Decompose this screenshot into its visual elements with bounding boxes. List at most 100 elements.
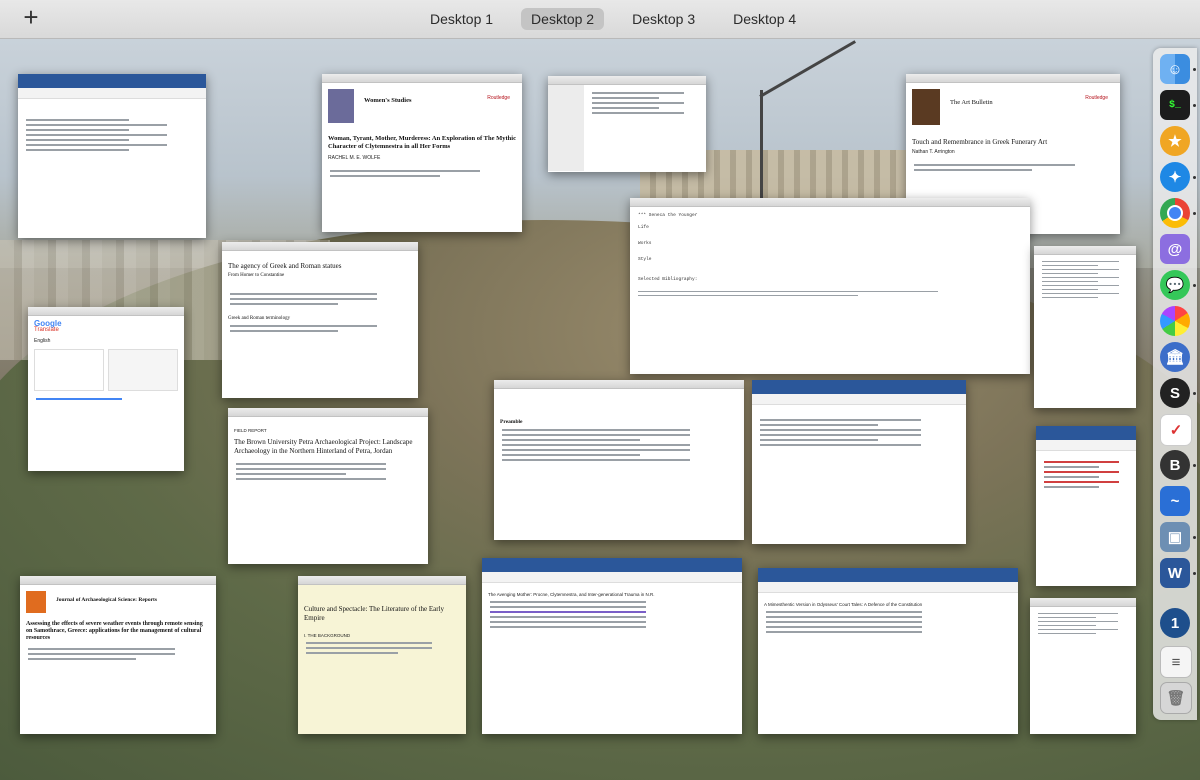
window-word-avenging-mother[interactable]: The Avenging Mother: Procne, Clytemnestr… [482,558,742,734]
running-indicator [1193,464,1196,467]
file-row[interactable] [592,107,660,109]
window-finder[interactable] [548,76,706,172]
library-building-icon[interactable]: 🏛 [1160,342,1190,372]
window-jas-reports[interactable]: Journal of Archaeological Science: Repor… [20,576,216,734]
window-word-doc-1[interactable] [752,380,966,544]
trash-icon[interactable]: 🗑 [1160,682,1192,714]
window-outline-notes[interactable] [1034,246,1136,408]
text-line [1044,466,1099,468]
note-heading: *** Seneca the Younger [638,213,698,218]
space-desktop-1[interactable]: Desktop 1 [420,8,503,30]
text-line [1038,633,1097,634]
file-row[interactable] [592,97,660,99]
text-line [760,444,921,446]
google-logo: Google [34,319,62,328]
file-row[interactable] [592,112,684,114]
text-line [26,124,167,126]
publisher-logo: Routledge [1085,95,1108,101]
text-line [236,463,386,465]
file-row[interactable] [592,102,684,104]
space-desktop-4[interactable]: Desktop 4 [723,8,806,30]
text-line [236,478,386,480]
text-line [766,611,922,613]
window-word-form[interactable] [18,74,206,238]
window-word-mimesis[interactable]: A Mimesthentic Version in Odysseus' Cour… [758,568,1018,734]
word-icon[interactable]: W [1160,558,1190,588]
textedit-page-icon[interactable]: ≡ [1160,646,1192,678]
translate-label: Translate [34,327,59,333]
todoist-check-icon[interactable]: ✓ [1160,414,1192,446]
text-line [490,606,646,608]
text-line [1042,277,1119,278]
text-line [638,291,938,292]
reeder-star-icon[interactable]: ★ [1160,126,1190,156]
text-line [502,434,690,436]
text-line [490,601,646,603]
window-culture-spectacle[interactable]: Culture and Spectacle: The Literature of… [298,576,466,734]
window-agency-statues[interactable]: The agency of Greek and Roman statues Fr… [222,242,418,398]
window-titlebar [906,74,1120,83]
preview-icon[interactable]: ▣ [1160,522,1190,552]
text-line [760,429,921,431]
window-titlebar [298,576,466,585]
running-indicator [1193,572,1196,575]
window-titlebar [222,242,418,251]
paw-icon[interactable]: ~ [1160,486,1190,516]
bbedit-icon[interactable]: B [1160,450,1190,480]
window-seneca-notes[interactable]: *** Seneca the Younger Life Works Style … [630,198,1030,374]
article-title: The Brown University Petra Archaeologica… [234,438,413,455]
section-heading: Preamble [500,419,523,425]
window-word-doc-2[interactable] [1036,426,1136,586]
text-line [766,631,922,633]
text-line [1044,476,1099,478]
doc-heading: A Mimesthentic Version in Odysseus' Cour… [764,602,923,607]
window-ribbon [482,572,742,583]
window-ribbon [18,88,206,99]
text-line [1042,289,1099,290]
window-petra-report[interactable]: FIELD REPORT The Brown University Petra … [228,408,428,564]
text-line [1038,617,1097,618]
text-line [1038,621,1118,622]
spaces-list: Desktop 1 Desktop 2 Desktop 3 Desktop 4 [420,8,806,30]
text-line [330,175,440,177]
running-indicator [1193,104,1196,107]
finder-icon[interactable]: ☺ [1160,54,1190,84]
window-titlebar [228,408,428,417]
text-line [760,434,921,436]
translation-output [108,349,178,391]
contacts-at-icon[interactable]: @ [1160,234,1190,264]
scrivener-icon[interactable]: S [1160,378,1190,408]
text-line [766,621,922,623]
text-line [230,293,377,295]
text-line [766,626,922,628]
journal-name: Women's Studies [364,97,412,104]
space-desktop-3[interactable]: Desktop 3 [622,8,705,30]
safari-compass-icon[interactable]: ✦ [1160,162,1190,192]
file-row[interactable] [592,92,684,94]
space-desktop-2[interactable]: Desktop 2 [521,8,605,30]
text-line [1038,625,1097,626]
window-google-translate[interactable]: Google Translate English [28,307,184,471]
terminal-icon[interactable]: $_ [1160,90,1190,120]
add-desktop-button[interactable]: + [20,4,42,30]
article-title: The agency of Greek and Roman statues [228,262,342,270]
chrome-icon[interactable] [1160,198,1190,228]
window-notes-small[interactable] [1030,598,1136,734]
text-line [28,658,136,660]
link-line[interactable] [36,398,122,400]
text-line [760,419,921,421]
window-preamble[interactable]: Preamble [494,380,744,540]
text-line [1044,471,1119,473]
article-title: Touch and Remembrance in Greek Funerary … [912,138,1048,146]
messages-icon[interactable]: 💬 [1160,270,1190,300]
photos-icon[interactable] [1160,306,1190,336]
journal-cover [912,89,940,125]
text-line [760,424,878,426]
text-line [760,439,878,441]
window-womens-studies[interactable]: Women's Studies Routledge Woman, Tyrant,… [322,74,522,232]
window-titlebar [1030,598,1136,607]
article-title: Culture and Spectacle: The Literature of… [304,605,445,622]
source-language-tab[interactable]: English [28,338,184,345]
source-text-area[interactable] [34,349,104,391]
1password-icon[interactable]: 1 [1160,608,1190,638]
